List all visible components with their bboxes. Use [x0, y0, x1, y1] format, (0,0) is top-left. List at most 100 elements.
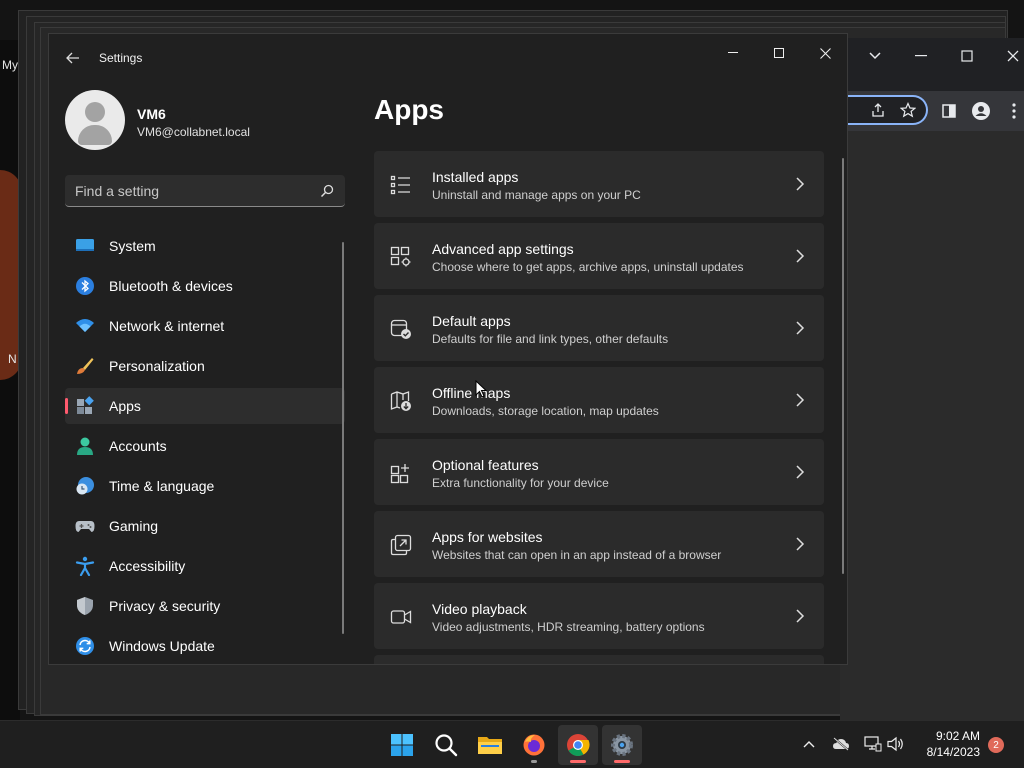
- desktop-icon-label-2[interactable]: N: [8, 352, 17, 366]
- sidebar-item-accounts[interactable]: Accounts: [65, 428, 345, 464]
- sidebar-item-label: Apps: [109, 398, 141, 414]
- start-icon: [391, 734, 413, 756]
- card-title: Apps for websites: [432, 529, 543, 545]
- card-subtitle: Downloads, storage location, map updates: [432, 404, 659, 418]
- sidebar-item-label: Gaming: [109, 518, 159, 534]
- sidebar-item-bluetooth[interactable]: Bluetooth & devices: [65, 268, 345, 304]
- advanced-app-settings-card[interactable]: Advanced app settings Choose where to ge…: [374, 223, 824, 289]
- volume-icon[interactable]: [885, 733, 907, 755]
- settings-icon: [611, 734, 633, 756]
- sidebar-item-personalization[interactable]: Personalization: [65, 348, 345, 384]
- sidebar-item-label: Windows Update: [109, 638, 215, 654]
- close-icon[interactable]: [1003, 46, 1023, 66]
- notification-badge[interactable]: 2: [988, 737, 1004, 753]
- clock[interactable]: 9:02 AM 8/14/2023: [912, 728, 980, 760]
- window-title: Settings: [99, 51, 143, 65]
- avatar[interactable]: [65, 90, 125, 150]
- minimize-icon[interactable]: [911, 46, 931, 66]
- card-subtitle: Video adjustments, HDR streaming, batter…: [432, 620, 705, 634]
- sidebar-item-gaming[interactable]: Gaming: [65, 508, 345, 544]
- card-subtitle: Uninstall and manage apps on your PC: [432, 188, 641, 202]
- search-input[interactable]: [75, 181, 305, 201]
- card-subtitle: Defaults for file and link types, other …: [432, 332, 669, 346]
- clock-date: 8/14/2023: [926, 745, 980, 759]
- minimize-icon: [728, 52, 738, 53]
- maximize-icon[interactable]: [957, 46, 977, 66]
- settings-button[interactable]: [602, 725, 642, 765]
- omnibox[interactable]: [840, 95, 928, 125]
- card-title: Installed apps: [432, 169, 519, 185]
- clock-globe-icon: [76, 477, 94, 495]
- sidebar-item-label: Accounts: [109, 438, 167, 454]
- chevron-right-icon: [796, 609, 805, 623]
- optional-features-card[interactable]: Optional features Extra functionality fo…: [374, 439, 824, 505]
- sidebar-item-system[interactable]: System: [65, 228, 345, 264]
- offline-maps-card[interactable]: Offline maps Downloads, storage location…: [374, 367, 824, 433]
- apps-for-websites-card[interactable]: Apps for websites Websites that can open…: [374, 511, 824, 577]
- sidebar-item-label: Bluetooth & devices: [109, 278, 233, 294]
- sidebar-item-label: Accessibility: [109, 558, 186, 574]
- sidebar-item-label: Privacy & security: [109, 598, 221, 614]
- card-title: Advanced app settings: [432, 241, 574, 257]
- search-icon[interactable]: [319, 183, 335, 199]
- sidebar-nav: System Bluetooth & devices Network & int…: [65, 228, 345, 664]
- side-panel-icon[interactable]: [939, 101, 959, 121]
- network-icon[interactable]: [862, 733, 884, 755]
- sidebar-item-apps[interactable]: Apps: [65, 388, 345, 424]
- search-box[interactable]: [65, 175, 345, 207]
- sidebar-scrollbar[interactable]: [342, 242, 344, 634]
- profile-email: VM6@collabnet.local: [137, 125, 250, 139]
- active-indicator: [614, 760, 630, 763]
- installed-apps-card[interactable]: Installed apps Uninstall and manage apps…: [374, 151, 824, 217]
- bluetooth-icon: [76, 277, 94, 295]
- update-icon: [76, 637, 94, 655]
- profile-icon[interactable]: [971, 101, 991, 121]
- video-playback-icon: [390, 610, 412, 624]
- accessibility-icon: [75, 556, 95, 576]
- chrome-button[interactable]: [558, 725, 598, 765]
- chrome-window: [840, 38, 1024, 720]
- file-explorer-button[interactable]: [470, 725, 510, 765]
- page-title: Apps: [374, 94, 444, 125]
- taskbar: 9:02 AM 8/14/2023 2: [0, 720, 1024, 768]
- apps-for-websites-icon: [390, 534, 412, 556]
- card-title: Offline maps: [432, 385, 511, 401]
- firefox-icon: [523, 734, 545, 756]
- show-hidden-icons-chevron-up-icon[interactable]: [798, 733, 820, 755]
- sidebar-item-privacy-security[interactable]: Privacy & security: [65, 588, 345, 624]
- onedrive-offline-icon[interactable]: [830, 733, 852, 755]
- tab-search-icon[interactable]: [865, 46, 885, 66]
- taskbar-search-button[interactable]: [426, 725, 466, 765]
- accounts-icon: [77, 437, 93, 455]
- card-title: Default apps: [432, 313, 511, 329]
- bookmark-star-icon[interactable]: [898, 100, 918, 120]
- video-playback-card[interactable]: Video playback Video adjustments, HDR st…: [374, 583, 824, 649]
- share-icon[interactable]: [868, 100, 888, 120]
- sidebar-item-time-language[interactable]: Time & language: [65, 468, 345, 504]
- desktop-icon-label-1[interactable]: My: [2, 58, 18, 72]
- start-button[interactable]: [382, 725, 422, 765]
- chevron-right-icon: [796, 465, 805, 479]
- default-apps-card[interactable]: Default apps Defaults for file and link …: [374, 295, 824, 361]
- next-card-partial[interactable]: [374, 655, 824, 664]
- maximize-button[interactable]: [756, 38, 802, 68]
- chrome-menu-icon[interactable]: [1004, 101, 1024, 121]
- sidebar-item-windows-update[interactable]: Windows Update: [65, 628, 345, 664]
- sidebar-item-accessibility[interactable]: Accessibility: [65, 548, 345, 584]
- main-scrollbar[interactable]: [842, 158, 844, 574]
- maximize-icon: [774, 48, 784, 58]
- running-indicator: [531, 760, 537, 763]
- chevron-right-icon: [796, 537, 805, 551]
- sidebar-item-network[interactable]: Network & internet: [65, 308, 345, 344]
- back-arrow-icon[interactable]: [61, 46, 85, 70]
- minimize-button[interactable]: [710, 38, 756, 68]
- close-icon: [819, 47, 831, 59]
- card-subtitle: Extra functionality for your device: [432, 476, 609, 490]
- sidebar-item-label: Network & internet: [109, 318, 225, 334]
- installed-apps-icon: [390, 175, 410, 195]
- desktop-strip: [0, 40, 20, 720]
- titlebar: Settings: [49, 34, 847, 82]
- chrome-icon: [567, 734, 590, 756]
- close-button[interactable]: [802, 38, 847, 68]
- firefox-button[interactable]: [514, 725, 554, 765]
